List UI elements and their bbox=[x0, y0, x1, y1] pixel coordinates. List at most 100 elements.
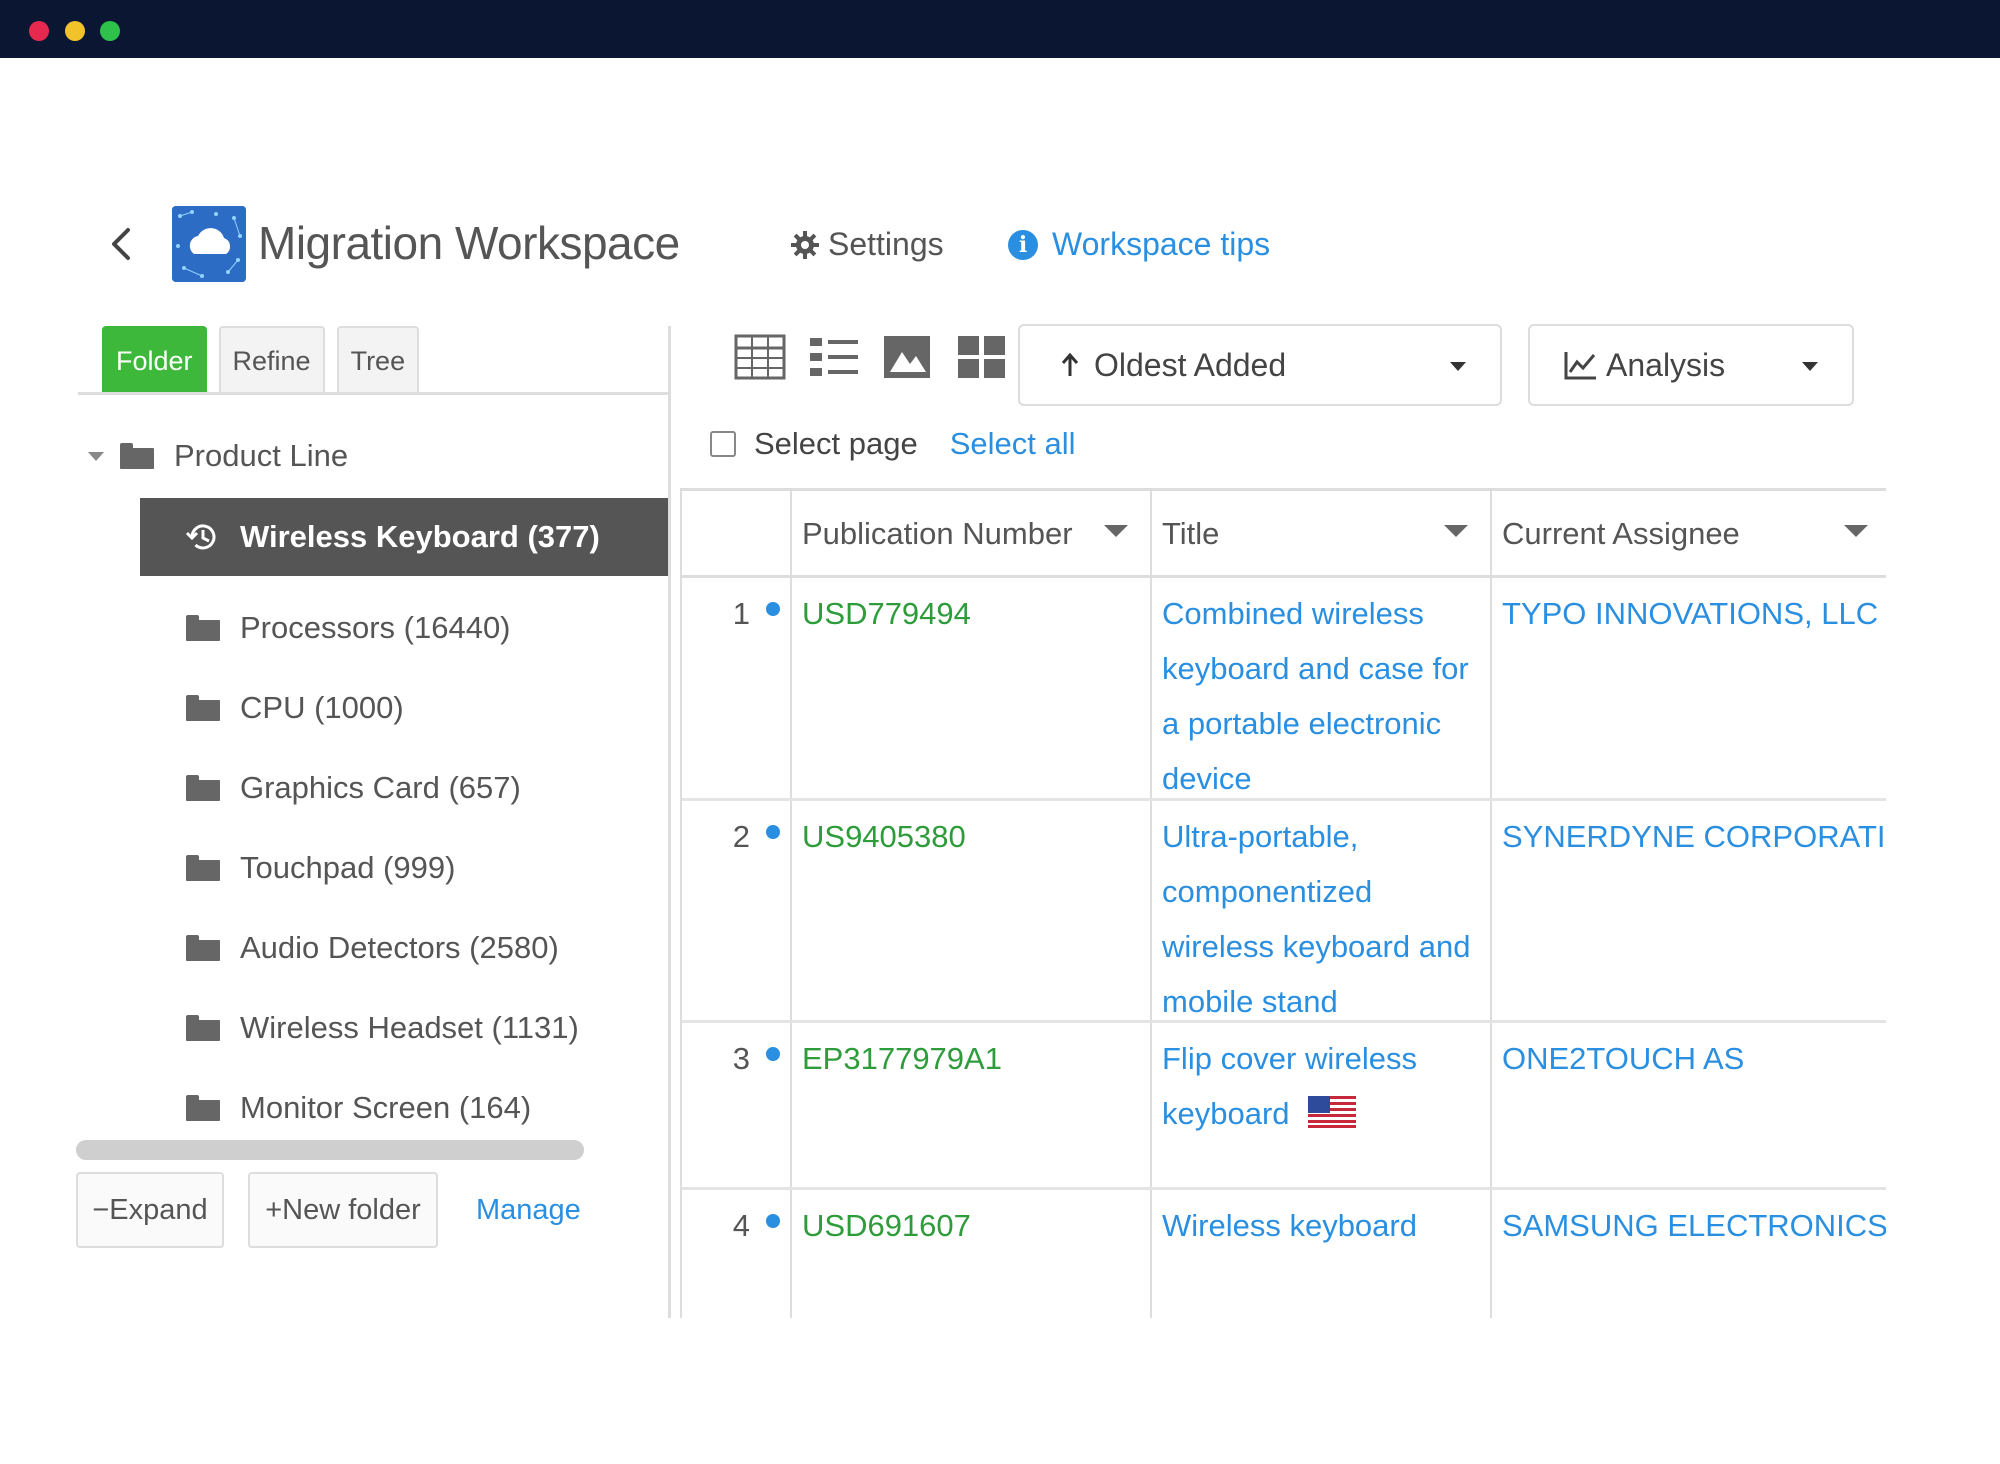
row-number: 3 bbox=[682, 1023, 790, 1187]
new-folder-label: New folder bbox=[282, 1194, 421, 1227]
tree-item-audio-detectors[interactable]: Audio Detectors (2580) bbox=[186, 908, 579, 988]
assignee-link[interactable]: SAMSUNG ELECTRONICS bbox=[1490, 1190, 1886, 1318]
title-link[interactable]: Ultra-portable, componentized wireless k… bbox=[1150, 801, 1490, 1020]
workspace-tips-link[interactable]: i Workspace tips bbox=[1008, 226, 1270, 263]
tree-item-label: Wireless Keyboard (377) bbox=[240, 519, 600, 555]
history-icon bbox=[184, 519, 220, 555]
row-number: 2 bbox=[682, 801, 790, 1020]
table-row[interactable]: 2 US9405380 Ultra-portable, componentize… bbox=[682, 801, 1886, 1023]
tree-item-label: Wireless Headset (1131) bbox=[240, 1010, 579, 1046]
window-titlebar bbox=[0, 0, 2000, 58]
grid-view-icon[interactable] bbox=[956, 334, 1008, 380]
tree-item-monitor-screen[interactable]: Monitor Screen (164) bbox=[186, 1068, 579, 1148]
tree-item-wireless-keyboard[interactable]: Wireless Keyboard (377) bbox=[140, 498, 668, 576]
column-header-label: Publication Number bbox=[802, 516, 1073, 552]
plus-icon: + bbox=[265, 1194, 282, 1227]
maximize-window-dot[interactable] bbox=[100, 21, 120, 41]
column-header-publication-number[interactable]: Publication Number bbox=[790, 491, 1150, 577]
title-link[interactable]: Wireless keyboard bbox=[1150, 1190, 1490, 1318]
close-window-dot[interactable] bbox=[29, 21, 49, 41]
expand-button[interactable]: −Expand bbox=[76, 1172, 224, 1248]
caret-down-icon[interactable] bbox=[88, 452, 104, 461]
row-number: 4 bbox=[682, 1190, 790, 1318]
publication-number-link[interactable]: USD691607 bbox=[790, 1190, 1150, 1318]
tree-item-processors[interactable]: Processors (16440) bbox=[186, 588, 579, 668]
folder-open-icon bbox=[186, 1095, 220, 1121]
sort-caret-icon[interactable] bbox=[1844, 525, 1868, 537]
back-chevron-icon[interactable] bbox=[106, 224, 138, 264]
assignee-link[interactable]: SYNERDYNE CORPORATI bbox=[1490, 801, 1886, 1020]
tree-item-label: Graphics Card (657) bbox=[240, 770, 521, 806]
column-header-title[interactable]: Title bbox=[1150, 491, 1490, 577]
tree-list: Processors (16440) CPU (1000) Graphics C… bbox=[186, 588, 579, 1148]
panel-divider[interactable] bbox=[668, 326, 671, 1318]
select-page-checkbox[interactable] bbox=[710, 431, 736, 457]
manage-link[interactable]: Manage bbox=[476, 1194, 581, 1227]
analysis-dropdown[interactable]: Analysis bbox=[1528, 324, 1854, 406]
unread-dot-icon bbox=[766, 825, 780, 839]
analysis-label: Analysis bbox=[1606, 347, 1725, 384]
tree-item-label: CPU (1000) bbox=[240, 690, 404, 726]
folder-open-icon bbox=[186, 695, 220, 721]
expand-label: Expand bbox=[109, 1194, 207, 1227]
table-header: Publication Number Title Current Assigne… bbox=[682, 488, 1886, 578]
table-row[interactable]: 4 USD691607 Wireless keyboard SAMSUNG EL… bbox=[682, 1190, 1886, 1318]
tab-refine[interactable]: Refine bbox=[219, 326, 325, 394]
info-icon: i bbox=[1008, 230, 1038, 260]
publication-number-link[interactable]: EP3177979A1 bbox=[790, 1023, 1150, 1187]
sort-caret-icon[interactable] bbox=[1444, 525, 1468, 537]
title-link[interactable]: Combined wireless keyboard and case for … bbox=[1150, 578, 1490, 798]
settings-button[interactable]: Settings bbox=[790, 226, 944, 263]
tree-item-label: Monitor Screen (164) bbox=[240, 1090, 531, 1126]
folder-open-icon bbox=[186, 935, 220, 961]
folder-open-icon bbox=[120, 443, 154, 469]
table-row[interactable]: 3 EP3177979A1 Flip cover wireless keyboa… bbox=[682, 1023, 1886, 1190]
tree-item-label: Processors (16440) bbox=[240, 610, 511, 646]
line-chart-icon bbox=[1564, 350, 1598, 380]
minus-icon: − bbox=[92, 1194, 109, 1227]
tree-item-label: Touchpad (999) bbox=[240, 850, 455, 886]
column-header-current-assignee[interactable]: Current Assignee bbox=[1490, 491, 1886, 577]
left-panel-tabs: Folder Refine Tree bbox=[102, 326, 419, 394]
sort-caret-icon[interactable] bbox=[1104, 525, 1128, 537]
assignee-link[interactable]: TYPO INNOVATIONS, LLC bbox=[1490, 578, 1886, 798]
table-row[interactable]: 1 USD779494 Combined wireless keyboard a… bbox=[682, 578, 1886, 801]
tree-item-cpu[interactable]: CPU (1000) bbox=[186, 668, 579, 748]
tab-folder[interactable]: Folder bbox=[102, 326, 207, 394]
workspace-logo bbox=[172, 206, 246, 282]
new-folder-button[interactable]: +New folder bbox=[248, 1172, 438, 1248]
tree-horizontal-scrollbar[interactable] bbox=[76, 1140, 584, 1160]
row-number: 1 bbox=[682, 578, 790, 798]
arrow-up-icon bbox=[1060, 352, 1080, 378]
tree-root-product-line[interactable]: Product Line bbox=[88, 438, 348, 474]
results-table: Publication Number Title Current Assigne… bbox=[680, 488, 1886, 1318]
table-view-icon[interactable] bbox=[734, 334, 786, 380]
tabs-divider bbox=[78, 392, 670, 395]
minimize-window-dot[interactable] bbox=[65, 21, 85, 41]
sort-dropdown[interactable]: Oldest Added bbox=[1018, 324, 1502, 406]
column-header-label: Current Assignee bbox=[1502, 516, 1740, 552]
publication-number-link[interactable]: USD779494 bbox=[790, 578, 1150, 798]
title-link[interactable]: Flip cover wireless keyboard bbox=[1162, 1041, 1417, 1131]
folder-open-icon bbox=[186, 615, 220, 641]
publication-number-link[interactable]: US9405380 bbox=[790, 801, 1150, 1020]
folder-open-icon bbox=[186, 855, 220, 881]
assignee-link[interactable]: ONE2TOUCH AS bbox=[1490, 1023, 1886, 1187]
workspace-tips-label: Workspace tips bbox=[1052, 226, 1270, 263]
image-view-icon[interactable] bbox=[882, 334, 934, 380]
tree-item-graphics-card[interactable]: Graphics Card (657) bbox=[186, 748, 579, 828]
select-page-label[interactable]: Select page bbox=[754, 426, 918, 462]
app-title: Migration Workspace bbox=[258, 216, 680, 270]
unread-dot-icon bbox=[766, 1214, 780, 1228]
tree-item-touchpad[interactable]: Touchpad (999) bbox=[186, 828, 579, 908]
us-flag-icon bbox=[1308, 1096, 1356, 1128]
tree-root-label: Product Line bbox=[174, 438, 348, 474]
tree-item-wireless-headset[interactable]: Wireless Headset (1131) bbox=[186, 988, 579, 1068]
column-header-label: Title bbox=[1162, 516, 1219, 552]
list-view-icon[interactable] bbox=[808, 334, 860, 380]
tab-tree[interactable]: Tree bbox=[337, 326, 420, 394]
select-all-link[interactable]: Select all bbox=[950, 426, 1076, 462]
unread-dot-icon bbox=[766, 602, 780, 616]
sort-label: Oldest Added bbox=[1094, 347, 1286, 384]
tree-item-label: Audio Detectors (2580) bbox=[240, 930, 559, 966]
